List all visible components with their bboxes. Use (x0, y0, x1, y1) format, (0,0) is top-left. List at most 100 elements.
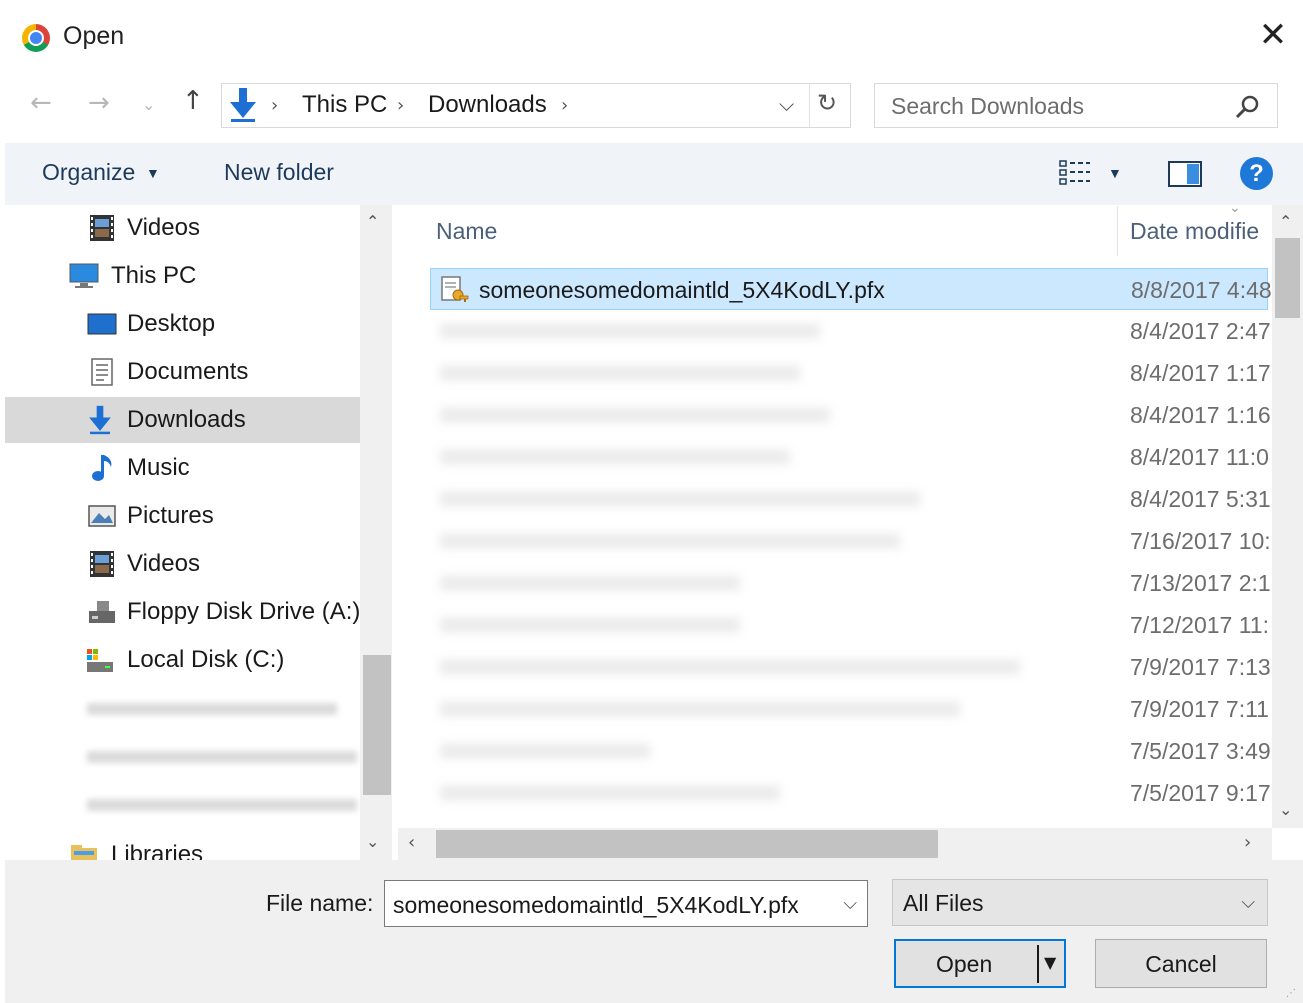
file-date: 7/16/2017 10: (1130, 528, 1270, 554)
preview-pane-icon[interactable] (1168, 160, 1202, 188)
column-divider[interactable] (1117, 206, 1118, 256)
organize-caret-icon[interactable]: ▼ (146, 165, 160, 181)
file-list-horizontal-scrollbar-thumb[interactable] (436, 830, 938, 858)
file-date: 7/9/2017 7:11 (1130, 696, 1269, 722)
sidebar-item-floppy[interactable]: Floppy Disk Drive (A:) (5, 589, 360, 635)
scroll-up-icon[interactable]: ⌃ (1279, 212, 1292, 231)
scroll-right-icon[interactable]: › (1244, 832, 1251, 853)
sidebar-item-documents[interactable]: Documents (5, 349, 360, 395)
up-arrow-icon[interactable]: ↑ (182, 86, 204, 116)
file-type-dropdown-icon[interactable]: ⌵ (1241, 892, 1255, 913)
file-row[interactable]: 7/12/2017 11: (430, 604, 1269, 646)
sidebar-item-this-pc[interactable]: This PC (5, 253, 360, 299)
sort-indicator-icon: ⌄ (1229, 200, 1241, 216)
change-view-icon[interactable] (1058, 158, 1092, 188)
column-header-name[interactable]: Name (436, 218, 497, 245)
breadcrumb-separator[interactable]: › (271, 95, 278, 116)
sidebar-item-redacted[interactable] (5, 685, 360, 731)
sidebar-item-redacted[interactable] (5, 781, 360, 827)
breadcrumb-downloads[interactable]: Downloads (428, 91, 547, 119)
back-arrow-icon[interactable]: ← (30, 88, 52, 118)
file-date: 7/12/2017 11: (1130, 612, 1269, 638)
sidebar-item-libraries[interactable]: Libraries (5, 832, 360, 860)
download-arrow-icon (230, 88, 256, 122)
file-name-dropdown-icon[interactable]: ⌵ (843, 893, 857, 914)
file-row[interactable]: 8/4/2017 1:16 (430, 394, 1270, 436)
sidebar-item-local-disk[interactable]: Local Disk (C:) (5, 637, 360, 683)
sidebar-item-videos[interactable]: Videos (5, 541, 360, 587)
file-row[interactable]: someonesomedomaintld_5X4KodLY.pfx 8/8/20… (430, 268, 1271, 310)
navigation-pane: Videos This PC Desktop Documents Downloa… (5, 205, 395, 860)
file-date: 7/5/2017 3:49 (1130, 738, 1270, 764)
file-date: 7/13/2017 2:1 (1130, 570, 1270, 596)
file-date: 8/4/2017 1:16 (1130, 402, 1270, 428)
refresh-icon[interactable]: ↻ (817, 89, 837, 117)
help-icon[interactable]: ? (1240, 157, 1273, 190)
file-row[interactable]: 7/16/2017 10: (430, 520, 1270, 562)
file-row[interactable]: 7/9/2017 7:13 (430, 646, 1270, 688)
sidebar-item-redacted[interactable] (5, 733, 360, 779)
view-options-caret-icon[interactable]: ▼ (1108, 165, 1122, 181)
open-options-caret-icon[interactable]: ▼ (1044, 953, 1056, 972)
file-row[interactable]: 7/5/2017 3:49 (430, 730, 1270, 772)
cancel-button-label: Cancel (1145, 951, 1217, 977)
close-icon[interactable]: ✕ (1256, 18, 1290, 52)
file-date: 8/4/2017 1:17 (1130, 360, 1270, 386)
sidebar-item-downloads[interactable]: Downloads (5, 397, 360, 443)
certificate-file-icon (441, 276, 469, 302)
video-icon (90, 215, 114, 241)
open-split-divider (1037, 945, 1039, 983)
file-date: 7/9/2017 7:13 (1130, 654, 1270, 680)
libraries-icon (71, 845, 97, 860)
file-row[interactable]: 7/5/2017 9:17 (430, 772, 1270, 814)
search-box[interactable] (874, 83, 1278, 128)
breadcrumb-separator[interactable]: › (397, 95, 404, 116)
breadcrumb-this-pc[interactable]: This PC (302, 91, 387, 119)
file-date: 8/4/2017 5:31 (1130, 486, 1270, 512)
sidebar-item-pictures[interactable]: Pictures (5, 493, 360, 539)
pictures-icon (88, 505, 116, 527)
sidebar-item-label: Videos (127, 550, 200, 577)
resize-grip-icon[interactable]: ⋰ (1286, 988, 1296, 999)
file-type-select[interactable]: All Files ⌵ (892, 879, 1268, 926)
title-bar (0, 0, 1303, 78)
file-list-vertical-scrollbar-thumb[interactable] (1275, 238, 1300, 318)
file-row[interactable]: 8/4/2017 2:47 (430, 310, 1270, 352)
recent-locations-chevron-icon[interactable]: ⌄ (142, 90, 155, 120)
scroll-up-icon[interactable]: ⌃ (366, 212, 379, 231)
desktop-icon (87, 313, 117, 335)
window-title: Open (63, 22, 125, 50)
address-dropdown-icon[interactable]: ⌵ (779, 92, 794, 116)
file-name-combobox[interactable]: ⌵ (384, 880, 868, 927)
scroll-down-icon[interactable]: ⌄ (366, 832, 379, 851)
search-icon[interactable] (1233, 92, 1263, 122)
sidebar-item-desktop[interactable]: Desktop (5, 301, 360, 347)
address-divider (809, 84, 810, 127)
file-date: 8/8/2017 4:48 (1131, 277, 1271, 303)
navigation-scrollbar-thumb[interactable] (363, 655, 391, 795)
file-row[interactable]: 7/13/2017 2:1 (430, 562, 1270, 604)
forward-arrow-icon[interactable]: → (88, 88, 110, 118)
video-icon (90, 551, 114, 577)
file-row[interactable]: 8/4/2017 1:17 (430, 352, 1270, 394)
organize-button[interactable]: Organize (42, 159, 135, 186)
scroll-down-icon[interactable]: ⌄ (1279, 800, 1292, 819)
scroll-left-icon[interactable]: ‹ (408, 832, 415, 853)
file-date: 8/4/2017 2:47 (1130, 318, 1270, 344)
breadcrumb-separator[interactable]: › (561, 95, 568, 116)
sidebar-item-label: Floppy Disk Drive (A:) (127, 598, 361, 625)
file-date: 8/4/2017 11:0 (1130, 444, 1269, 470)
file-row[interactable]: 8/4/2017 11:0 (430, 436, 1269, 478)
file-row[interactable]: 8/4/2017 5:31 (430, 478, 1270, 520)
music-icon (92, 455, 112, 481)
open-button[interactable]: Open ▼ (894, 939, 1066, 988)
file-name-input[interactable] (393, 891, 823, 919)
floppy-icon (89, 601, 115, 623)
cancel-button[interactable]: Cancel (1095, 939, 1267, 988)
new-folder-button[interactable]: New folder (224, 159, 334, 186)
search-input[interactable] (891, 92, 1221, 120)
sidebar-item-music[interactable]: Music (5, 445, 360, 491)
column-header-date-modified[interactable]: Date modifie (1130, 218, 1259, 245)
file-row[interactable]: 7/9/2017 7:11 (430, 688, 1269, 730)
sidebar-item-videos[interactable]: Videos (5, 205, 360, 251)
